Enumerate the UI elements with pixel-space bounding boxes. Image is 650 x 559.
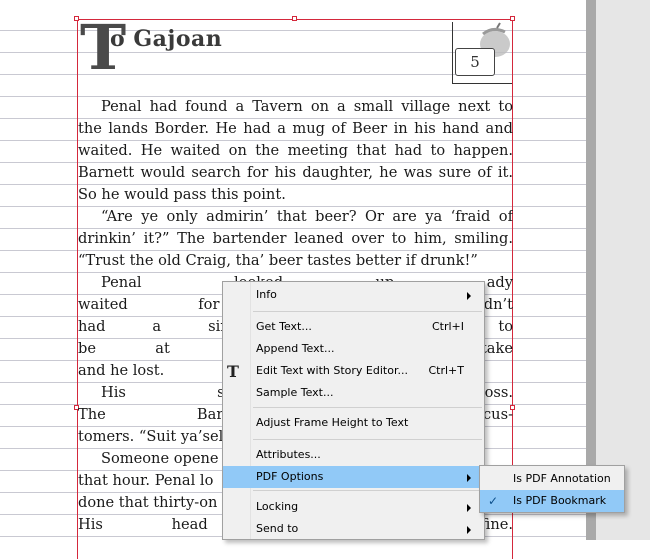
menu-item-get-text[interactable]: Get Text... Ctrl+I [223,316,484,338]
menu-separator [253,439,482,440]
story-line: “Trust the old Craig, tha’ beer tastes b… [78,252,478,269]
submenu-arrow-icon [467,504,471,512]
pasteboard [596,0,650,540]
checkmark-icon: ✓ [488,494,499,508]
menu-item-append-text[interactable]: Append Text... [223,338,484,360]
menu-item-pdf-options[interactable]: PDF Options [223,466,484,488]
menu-item-label: Info [256,288,277,301]
menu-item-shortcut: Ctrl+T [428,364,464,377]
menu-item-label: Adjust Frame Height to Text [256,416,409,429]
story-line: drinkin’ it?” The bartender leaned over … [78,230,513,247]
story-line: waited. He waited on the meeting that ha… [78,142,513,159]
chapter-title-text: o Gajoan [110,26,223,52]
story-line: Barnett would search for his daughter, h… [78,164,513,181]
frame-handle-top-left[interactable] [74,16,79,21]
frame-handle-top-right[interactable] [510,16,515,21]
menu-separator [253,407,482,408]
submenu-item-label: Is PDF Bookmark [513,494,607,507]
story-line: “Are ye only admirin’ that beer? Or are … [101,208,513,225]
menu-item-label: Sample Text... [256,386,334,399]
story-line: So he would pass this point. [78,186,286,203]
submenu-arrow-icon [467,474,471,482]
menu-item-label: Get Text... [256,320,312,333]
menu-item-label: Attributes... [256,448,321,461]
submenu-item-is-pdf-bookmark[interactable]: ✓ Is PDF Bookmark [480,490,624,512]
story-editor-icon: T [227,362,239,381]
menu-item-label: Append Text... [256,342,335,355]
menu-item-shortcut: Ctrl+I [431,320,464,333]
menu-item-attributes[interactable]: Attributes... [223,444,484,466]
menu-item-label: Send to [256,522,299,535]
context-menu: Info Get Text... Ctrl+I Append Text... T Edit… [222,281,485,540]
submenu-arrow-icon [467,526,471,534]
menu-separator [253,490,482,491]
story-line: the lands Border. He had a mug of Beer i… [78,120,513,137]
menu-item-label: Edit Text with Story Editor... [256,364,408,377]
menu-item-info[interactable]: Info [223,284,484,306]
menu-item-locking[interactable]: Locking [223,496,484,518]
menu-item-label: Locking [256,500,299,513]
submenu-arrow-icon [467,292,471,300]
menu-item-adjust-frame-height-to-text[interactable]: Adjust Frame Height to Text [223,412,484,434]
menu-item-label: PDF Options [256,470,324,483]
menu-item-sample-text[interactable]: Sample Text... [223,382,484,404]
menu-item-send-to[interactable]: Send to [223,518,484,540]
page-edge-shadow [586,0,596,540]
story-line: Penal had found a Tavern on a small vill… [101,98,513,115]
submenu-item-is-pdf-annotation[interactable]: Is PDF Annotation [480,468,624,490]
frame-handle-top-center[interactable] [292,16,297,21]
pdf-options-submenu: Is PDF Annotation ✓ Is PDF Bookmark [479,465,625,513]
chapter-number-badge: 5 [455,48,495,76]
menu-item-edit-text-with-story-editor[interactable]: T Edit Text with Story Editor... Ctrl+T [223,360,484,382]
submenu-item-label: Is PDF Annotation [513,472,611,485]
menu-separator [253,311,482,312]
